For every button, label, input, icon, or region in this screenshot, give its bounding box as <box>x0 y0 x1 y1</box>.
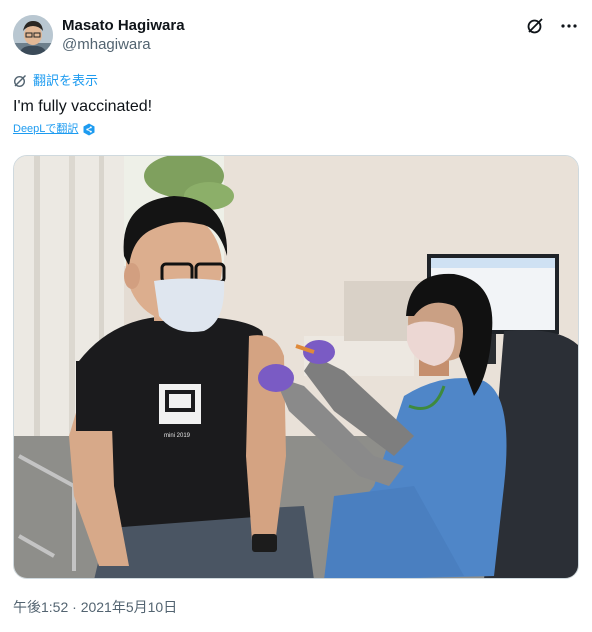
show-translation-link[interactable]: 翻訳を表示 <box>13 73 98 89</box>
tweet-timestamp[interactable]: 午後1:52 · 2021年5月10日 <box>13 598 177 616</box>
deepl-label: DeepLで翻訳 <box>13 123 79 135</box>
display-name[interactable]: Masato Hagiwara <box>62 17 185 35</box>
show-translation-label: 翻訳を表示 <box>33 73 99 88</box>
user-handle[interactable]: @mhagiwara <box>62 35 185 55</box>
shirt-logo-text: mini 2019 <box>164 433 191 439</box>
tweet-text: I'm fully vaccinated! <box>13 98 153 115</box>
avatar[interactable] <box>13 15 53 55</box>
tweet-header: Masato Hagiwara @mhagiwara <box>13 14 579 56</box>
tweet-photo[interactable]: mini 2019 <box>13 155 579 579</box>
translate-icon <box>13 75 26 88</box>
vaccination-photo: mini 2019 <box>14 156 578 578</box>
deepl-icon <box>83 123 95 135</box>
header-actions <box>525 16 579 36</box>
grok-icon[interactable] <box>525 16 545 36</box>
deepl-translate-link[interactable]: DeepLで翻訳 <box>13 122 95 136</box>
more-options-icon[interactable] <box>559 16 579 36</box>
user-names: Masato Hagiwara @mhagiwara <box>62 17 185 55</box>
